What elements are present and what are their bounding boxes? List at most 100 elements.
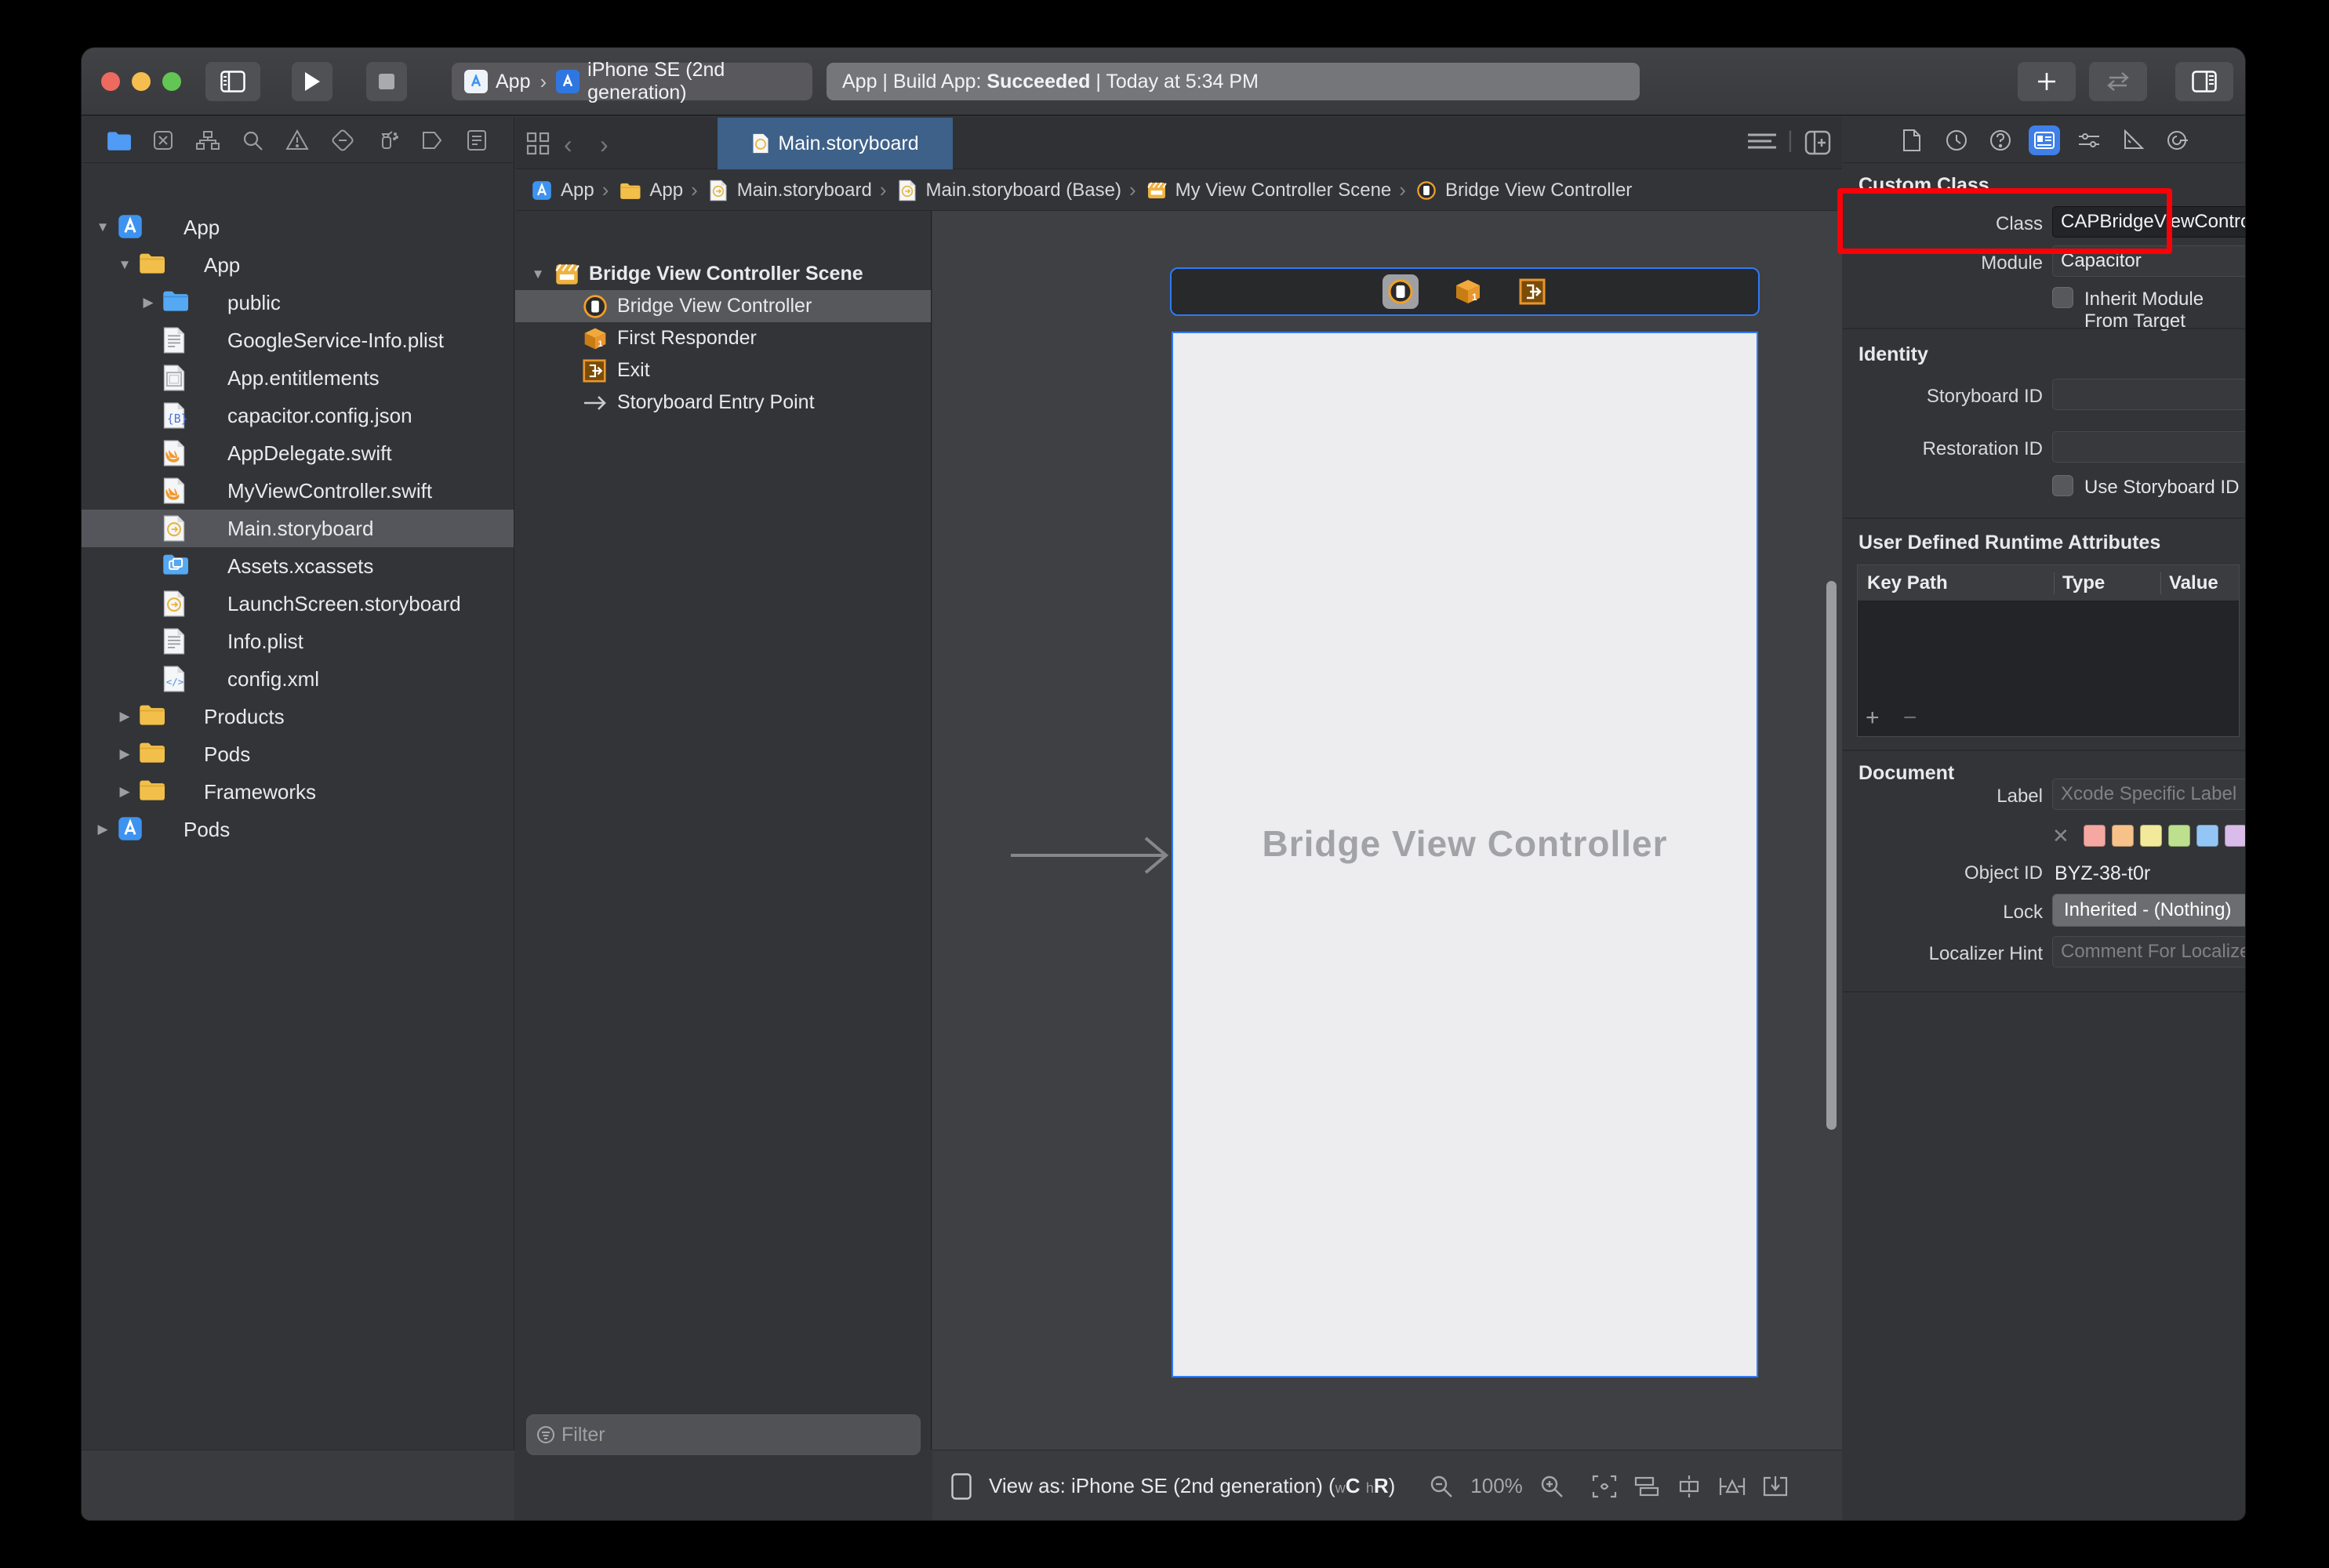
column-type[interactable]: Type [2054,572,2160,594]
canvas-scrollbar[interactable] [1826,581,1837,1130]
restoration-id-field[interactable] [2052,431,2246,463]
breadcrumb-main-storyboard-base-[interactable]: Main.storyboard (Base) [895,177,1121,204]
document-label-input[interactable] [2053,779,2246,809]
align-icon[interactable] [1677,1475,1702,1498]
column-key-path[interactable]: Key Path [1858,572,2054,594]
disclosure-down-icon[interactable]: ▼ [529,267,547,282]
device-orientation-icon[interactable] [951,1473,972,1500]
forward-button[interactable]: › [600,130,609,159]
file-row-appdelegate-swift[interactable]: AppDelegate.swift [82,434,514,472]
localizer-hint-input[interactable] [2053,937,2246,967]
disclosure-right-icon[interactable]: ▶ [116,746,133,762]
file-row-public[interactable]: ▶public [82,284,514,321]
issues-icon[interactable] [284,127,311,154]
storyboard-canvas[interactable]: 1 Bridge View Controller [932,211,1842,1450]
reports-icon[interactable] [463,127,490,154]
zoom-window-button[interactable] [162,72,181,91]
related-items-icon[interactable] [526,132,550,155]
zoom-out-icon[interactable] [1430,1475,1453,1498]
toggle-inspector-button[interactable] [2175,62,2233,101]
debug-icon[interactable] [374,127,401,154]
zoom-in-icon[interactable] [1540,1475,1564,1498]
breadcrumb-my-view-controller-scene[interactable]: My View Controller Scene [1144,179,1392,202]
stop-button[interactable] [366,62,407,101]
file-row-googleservice-info-plist[interactable]: GoogleService-Info.plist [82,321,514,359]
file-row-app[interactable]: ▼App [82,246,514,284]
code-review-button[interactable] [2089,62,2147,101]
file-row-capacitor-config-json[interactable]: {B}capacitor.config.json [82,397,514,434]
file-inspector-icon[interactable] [1896,125,1928,155]
storyboard-id-input[interactable] [2053,379,2246,409]
disclosure-down-icon[interactable]: ▼ [116,257,133,273]
update-frames-icon[interactable] [1763,1475,1788,1498]
breadcrumb-app[interactable]: App [616,180,683,201]
file-row-main-storyboard[interactable]: Main.storyboard [82,510,514,547]
view-controller-icon[interactable] [1383,274,1419,309]
quick-help-icon[interactable] [1985,125,2016,155]
library-button[interactable] [2018,62,2076,101]
back-button[interactable]: ‹ [564,130,572,159]
file-row-frameworks[interactable]: ▶Frameworks [82,773,514,811]
file-row-launchscreen-storyboard[interactable]: LaunchScreen.storyboard [82,585,514,622]
color-swatch-5[interactable] [2196,825,2218,847]
file-row-config-xml[interactable]: </>config.xml [82,660,514,698]
outline-row-storyboard-entry-point[interactable]: Storyboard Entry Point [515,387,931,419]
remove-attribute-button[interactable]: − [1903,705,1917,731]
file-row-pods[interactable]: ▶Pods [82,811,514,848]
use-storyboard-id-checkbox[interactable] [2052,475,2073,496]
runtime-attributes-table[interactable]: Key Path Type Value + − [1857,564,2240,737]
symbols-icon[interactable] [194,127,221,154]
outline-filter-field[interactable] [526,1414,921,1455]
storyboard-id-field[interactable] [2052,379,2246,410]
outline-row-first-responder[interactable]: 1First Responder [515,322,931,354]
column-value[interactable]: Value [2160,572,2239,594]
find-icon[interactable] [239,127,266,154]
view-controller-view[interactable]: Bridge View Controller [1172,332,1758,1377]
add-attribute-button[interactable]: + [1866,705,1880,731]
tab-main-storyboard[interactable]: Main.storyboard [718,118,953,169]
identity-inspector-icon[interactable] [2029,125,2060,155]
color-swatch-6[interactable] [2225,825,2246,847]
scheme-selector[interactable]: App › iPhone SE (2nd generation) [452,63,812,100]
outline-row-exit[interactable]: Exit [515,354,931,387]
disclosure-right-icon[interactable]: ▶ [116,784,133,800]
history-inspector-icon[interactable] [1941,125,1972,155]
add-editor-icon[interactable] [1804,130,1831,155]
tests-icon[interactable] [329,127,356,154]
breadcrumb-app[interactable]: App [529,178,594,203]
breadcrumb-main-storyboard[interactable]: Main.storyboard [706,177,872,204]
outline-row-bridge-view-controller-scene[interactable]: ▼Bridge View Controller Scene [515,258,931,290]
file-row-app-entitlements[interactable]: App.entitlements [82,359,514,397]
minimize-window-button[interactable] [132,72,151,91]
exit-icon[interactable] [1517,277,1547,307]
no-color-button[interactable]: ✕ [2052,825,2069,847]
source-control-icon[interactable] [150,127,176,154]
color-swatch-3[interactable] [2140,825,2162,847]
adjust-frames-icon[interactable] [1592,1475,1617,1498]
breakpoints-icon[interactable] [419,127,445,154]
disclosure-right-icon[interactable]: ▶ [94,822,111,837]
color-swatch-4[interactable] [2168,825,2190,847]
embed-icon[interactable] [1634,1475,1659,1498]
file-row-info-plist[interactable]: Info.plist [82,622,514,660]
file-row-pods[interactable]: ▶Pods [82,735,514,773]
view-as-label[interactable]: View as: iPhone SE (2nd generation) (wC … [989,1474,1395,1498]
editor-options-icon[interactable] [1748,132,1776,154]
class-field[interactable]: CAPBridgeViewControl… [2052,206,2246,238]
outline-filter-input[interactable] [561,1424,910,1446]
disclosure-right-icon[interactable]: ▶ [116,709,133,724]
inherit-module-checkbox[interactable] [2052,287,2073,308]
file-row-products[interactable]: ▶Products [82,698,514,735]
localizer-hint-field[interactable] [2052,936,2246,967]
attributes-inspector-icon[interactable] [2073,125,2105,155]
toggle-navigator-button[interactable] [205,62,260,101]
disclosure-right-icon[interactable]: ▶ [140,295,157,310]
color-swatch-2[interactable] [2112,825,2134,847]
close-window-button[interactable] [101,72,120,91]
connections-inspector-icon[interactable] [2162,125,2193,155]
module-field[interactable]: Capacitor [2052,245,2246,277]
restoration-id-input[interactable] [2053,432,2246,462]
file-row-assets-xcassets[interactable]: Assets.xcassets [82,547,514,585]
color-swatch-1[interactable] [2084,825,2106,847]
first-responder-icon[interactable]: 1 [1453,277,1483,307]
